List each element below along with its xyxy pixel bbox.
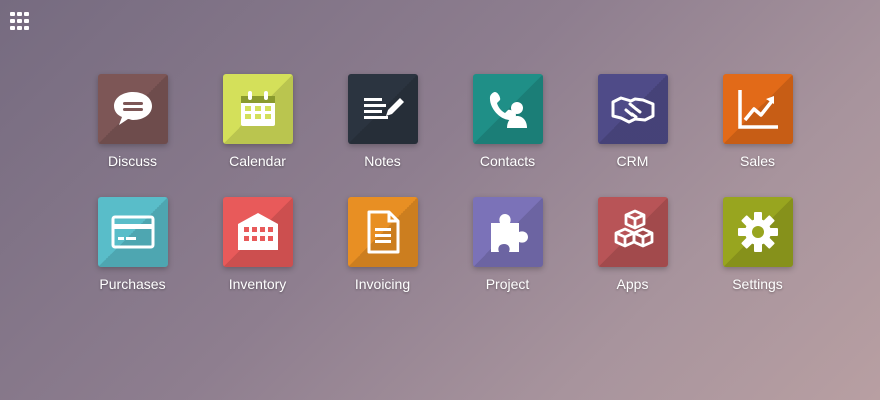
grid-dot	[24, 19, 29, 23]
speech-bubble-icon	[97, 74, 168, 144]
gear-icon	[722, 197, 793, 267]
grid-dot	[17, 19, 22, 23]
apps-grid: Discuss Calendar Notes Contacts CRM Sale…	[70, 74, 820, 320]
app-settings[interactable]: Settings	[695, 197, 820, 320]
grid-dot	[24, 12, 29, 16]
app-contacts[interactable]: Contacts	[445, 74, 570, 197]
grid-dot	[10, 19, 15, 23]
app-label: Contacts	[479, 153, 536, 169]
grid-dot	[17, 26, 22, 30]
app-label: Notes	[364, 153, 401, 169]
contact-phone-icon	[472, 74, 543, 144]
app-crm[interactable]: CRM	[570, 74, 695, 197]
app-inventory[interactable]: Inventory	[195, 197, 320, 320]
app-apps[interactable]: Apps	[570, 197, 695, 320]
cubes-icon	[597, 197, 668, 267]
app-label: Purchases	[99, 276, 166, 292]
grid-dot	[10, 12, 15, 16]
credit-card-icon	[97, 197, 168, 267]
app-calendar[interactable]: Calendar	[195, 74, 320, 197]
calendar-icon	[222, 74, 293, 144]
notes-pencil-icon	[347, 74, 418, 144]
app-discuss[interactable]: Discuss	[70, 74, 195, 197]
app-label: Project	[485, 276, 530, 292]
app-invoicing[interactable]: Invoicing	[320, 197, 445, 320]
app-label: Settings	[732, 276, 783, 292]
app-menu-grid-icon[interactable]	[10, 12, 30, 30]
warehouse-icon	[222, 197, 293, 267]
app-label: Calendar	[229, 153, 286, 169]
trend-chart-icon	[722, 74, 793, 144]
app-project[interactable]: Project	[445, 197, 570, 320]
app-label: Discuss	[107, 153, 157, 169]
app-label: Inventory	[228, 276, 287, 292]
document-icon	[347, 197, 418, 267]
grid-dot	[10, 26, 15, 30]
handshake-icon	[597, 74, 668, 144]
app-notes[interactable]: Notes	[320, 74, 445, 197]
grid-dot	[17, 12, 22, 16]
app-label: Sales	[739, 153, 776, 169]
puzzle-icon	[472, 197, 543, 267]
app-sales[interactable]: Sales	[695, 74, 820, 197]
grid-dot	[24, 26, 29, 30]
app-label: CRM	[616, 153, 649, 169]
app-label: Apps	[616, 276, 649, 292]
app-label: Invoicing	[354, 276, 411, 292]
app-purchases[interactable]: Purchases	[70, 197, 195, 320]
